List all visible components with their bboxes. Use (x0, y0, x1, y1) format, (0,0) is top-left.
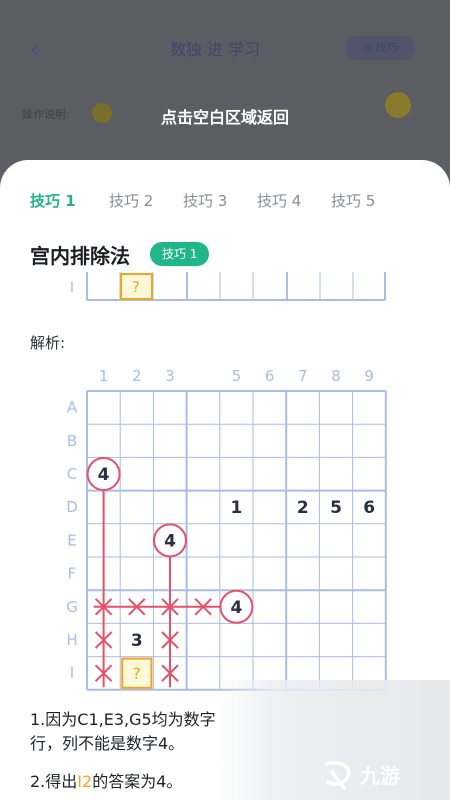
tab-technique-4[interactable]: 技巧 4 (257, 190, 301, 211)
explanation-line-1a: 1.因为C1,E3,G5均为数字 (30, 710, 216, 729)
col-label: 2 (132, 367, 142, 385)
col-label: 7 (298, 367, 308, 385)
dismiss-hint[interactable]: 点击空白区域返回 (0, 104, 450, 128)
explanation-line-1b: 行，列不能是数字4。 (30, 734, 185, 753)
given-digit: 6 (363, 498, 375, 518)
prev-grid-peek: ? I (70, 272, 386, 301)
circled-digit: 4 (230, 598, 242, 618)
given-digit: 2 (297, 498, 309, 518)
background-badge: ◎ 技巧 (345, 36, 415, 60)
question-mark: ? (133, 664, 142, 683)
explanation-line-2-pre: 2.得出 (30, 772, 78, 791)
row-label: C (67, 465, 77, 483)
col-label: 1 (99, 367, 109, 385)
col-label: 3 (165, 367, 175, 385)
tab-technique-1[interactable]: 技巧 1 (30, 190, 76, 211)
given-digit: 5 (330, 498, 342, 518)
back-icon: ‹ (30, 38, 39, 63)
circled-digit: 4 (164, 531, 176, 551)
technique-title: 宫内排除法 (30, 244, 130, 268)
background-title: 数独 进 学习 (170, 40, 261, 59)
row-label: F (68, 565, 77, 583)
watermark-logo-icon (324, 761, 351, 790)
row-label: I (70, 664, 74, 682)
technique-tag: 技巧 1 (150, 242, 210, 266)
tab-technique-3[interactable]: 技巧 3 (183, 190, 227, 211)
explanation-line-2: 2.得出I2的答案为4。 (30, 768, 182, 792)
given-digit: 1 (230, 498, 242, 518)
technique-sheet: 技巧 1 技巧 2 技巧 3 技巧 4 技巧 5 宫内排除法 技巧 1 ? I … (0, 160, 450, 800)
background-app: ‹ 数独 进 学习 ◎ 技巧 操作说明: (0, 0, 450, 160)
col-label: 5 (232, 367, 242, 385)
col-label: 6 (265, 367, 275, 385)
row-label: A (67, 399, 78, 417)
sudoku-grid: 1 2 3 5 6 7 8 9 ABCDEFGHI ? 1 2 5 6 3 4 4 4 (66, 367, 387, 691)
col-label: 8 (331, 367, 341, 385)
explanation-line-1: 1.因为C1,E3,G5均为数字 行，列不能是数字4。 (30, 708, 216, 756)
row-label: G (66, 598, 78, 616)
answer-cell-ref: I2 (77, 772, 93, 791)
peek-question-mark: ? (132, 278, 140, 296)
row-label: D (66, 498, 78, 516)
col-label: 9 (364, 367, 374, 385)
row-label: B (67, 432, 77, 450)
given-digit: 3 (131, 631, 143, 651)
row-label: E (67, 531, 76, 549)
peek-row-label: I (70, 280, 74, 296)
circled-digit: 4 (98, 465, 110, 485)
tab-technique-5[interactable]: 技巧 5 (331, 190, 375, 211)
row-label: H (66, 631, 77, 649)
analysis-label: 解析: (30, 334, 66, 352)
tab-technique-2[interactable]: 技巧 2 (109, 190, 153, 211)
explanation-line-2-post: 的答案为4。 (92, 772, 183, 791)
technique-tabs: 技巧 1 技巧 2 技巧 3 技巧 4 技巧 5 (0, 190, 450, 214)
watermark-text: 九游 (360, 764, 400, 788)
